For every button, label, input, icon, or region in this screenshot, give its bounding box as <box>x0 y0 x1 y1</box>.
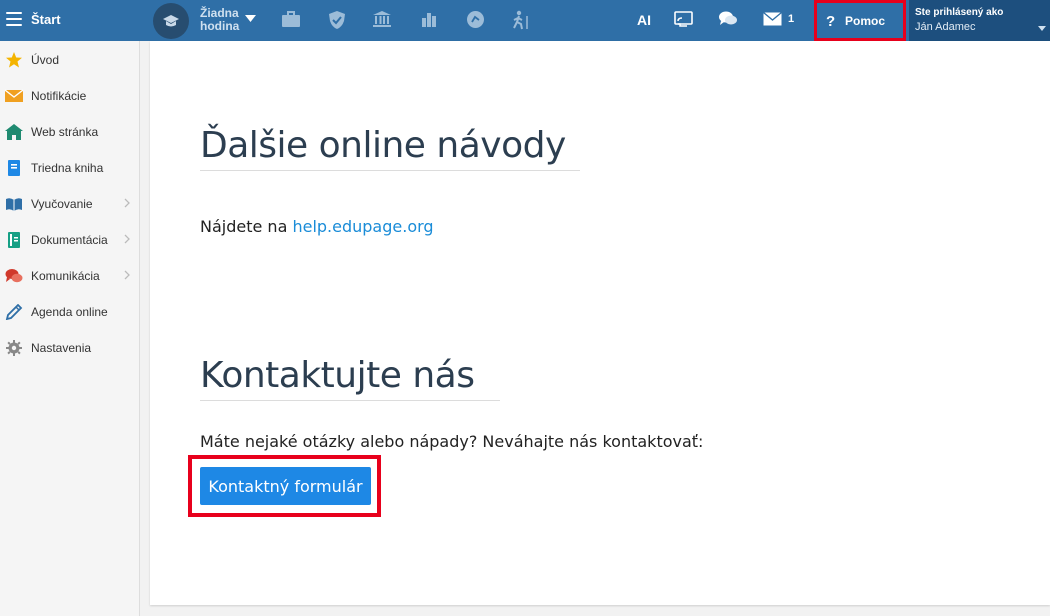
sidebar-item-uvod[interactable]: Úvod <box>0 42 139 78</box>
sidebar-item-nastavenia[interactable]: Nastavenia <box>0 330 139 366</box>
hamburger-icon <box>6 12 22 26</box>
start-menu-button[interactable]: Štart <box>0 0 140 41</box>
cast-icon[interactable] <box>674 11 693 28</box>
chevron-right-icon <box>124 198 130 208</box>
speech-bubbles-icon <box>5 269 23 283</box>
messages-count-badge[interactable]: 1 <box>788 13 794 25</box>
coin-icon[interactable] <box>466 10 485 29</box>
section-divider <box>200 400 500 401</box>
envelope-icon <box>5 89 23 102</box>
contact-form-button[interactable]: Kontaktný formulár <box>200 467 371 505</box>
graduation-cap-icon[interactable] <box>153 3 189 39</box>
ai-button[interactable]: AI <box>637 12 651 28</box>
sidebar-item-triedna-kniha[interactable]: Triedna kniha <box>0 150 139 186</box>
sidebar: Úvod Notifikácie Web stránka Triedna kni… <box>0 41 140 616</box>
help-label: Pomoc <box>845 14 886 28</box>
book-icon <box>8 160 20 176</box>
sidebar-item-komunikacia[interactable]: Komunikácia <box>0 258 139 294</box>
bank-icon[interactable] <box>372 10 392 28</box>
bar-chart-icon[interactable] <box>421 10 437 28</box>
user-menu[interactable]: Ste prihlásený ako Ján Adamec <box>909 0 1050 41</box>
pen-icon <box>5 304 23 320</box>
schedule-status[interactable]: Žiadna hodina <box>200 7 239 33</box>
section-title-guides: Ďalšie online návody <box>200 125 566 166</box>
start-label: Štart <box>31 12 61 27</box>
user-name: Ján Adamec <box>915 21 976 33</box>
top-bar: Štart Žiadna hodina AI 1 ? Pomoc Ste pri… <box>0 0 1050 41</box>
sidebar-item-dokumentacia[interactable]: Dokumentácia <box>0 222 139 258</box>
chevron-right-icon <box>124 234 130 244</box>
star-icon <box>6 52 22 68</box>
section-divider <box>200 170 580 171</box>
sidebar-item-vyucovanie[interactable]: Vyučovanie <box>0 186 139 222</box>
sidebar-item-agenda-online[interactable]: Agenda online <box>0 294 139 330</box>
question-mark-icon: ? <box>826 13 836 30</box>
chat-icon[interactable] <box>718 10 738 28</box>
shield-icon[interactable] <box>328 10 346 30</box>
envelope-icon[interactable] <box>763 12 782 26</box>
walking-icon[interactable] <box>510 10 532 30</box>
document-icon <box>8 232 20 248</box>
main-content: Ďalšie online návody Nájdete na help.edu… <box>150 41 1050 605</box>
help-link[interactable]: help.edupage.org <box>292 217 433 236</box>
contact-text: Máte nejaké otázky alebo nápady? Neváhaj… <box>200 432 704 451</box>
gear-icon <box>6 340 22 356</box>
sidebar-item-notifikacie[interactable]: Notifikácie <box>0 78 139 114</box>
logged-in-as-label: Ste prihlásený ako <box>915 7 1004 18</box>
chevron-down-icon[interactable] <box>245 15 256 22</box>
house-icon <box>5 124 23 140</box>
help-button[interactable]: ? Pomoc <box>814 0 906 41</box>
chevron-down-icon <box>1038 26 1046 31</box>
sidebar-item-web-stranka[interactable]: Web stránka <box>0 114 139 150</box>
guides-text: Nájdete na help.edupage.org <box>200 217 434 236</box>
chevron-right-icon <box>124 270 130 280</box>
section-title-contact: Kontaktujte nás <box>200 355 475 396</box>
briefcase-icon[interactable] <box>281 10 301 28</box>
open-book-icon <box>6 198 22 211</box>
